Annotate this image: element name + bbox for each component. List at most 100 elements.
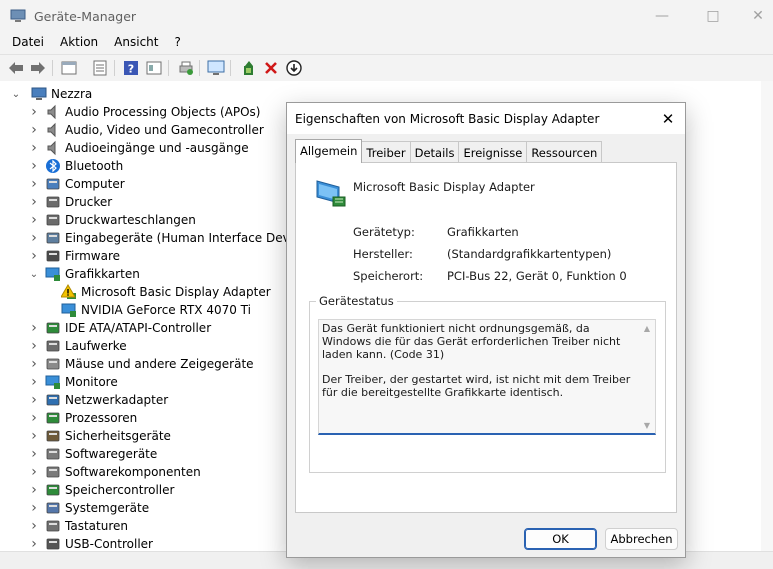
scan-hardware-button[interactable] xyxy=(207,59,225,77)
properties-view-button[interactable] xyxy=(91,59,109,77)
tree-category-item[interactable]: › Systemgeräte xyxy=(29,499,149,517)
tree-item-label: Audio, Video und Gamecontroller xyxy=(65,123,264,137)
tree-category-item[interactable]: › Monitore xyxy=(29,373,118,391)
tree-category-item[interactable]: › Drucker xyxy=(29,193,112,211)
chevron-right-icon[interactable]: › xyxy=(29,481,39,499)
tree-child-item[interactable]: NVIDIA GeForce RTX 4070 Ti xyxy=(49,301,251,319)
chevron-right-icon[interactable]: › xyxy=(29,355,39,373)
tree-category-item[interactable]: › Bluetooth xyxy=(29,157,123,175)
cpu-icon xyxy=(45,410,61,426)
main-scrollbar[interactable] xyxy=(761,81,773,551)
tree-item-label: Sicherheitsgeräte xyxy=(65,429,171,443)
tab-ressourcen[interactable]: Ressourcen xyxy=(526,141,603,163)
monitor-scan-icon xyxy=(207,60,225,75)
chevron-right-icon[interactable]: › xyxy=(29,337,39,355)
scroll-down-icon[interactable]: ▼ xyxy=(642,420,652,430)
status-paragraph-2: Der Treiber, der gestartet wird, ist nic… xyxy=(322,373,631,399)
tab-treiber[interactable]: Treiber xyxy=(361,141,411,163)
chevron-right-icon[interactable]: › xyxy=(29,229,39,247)
software-icon xyxy=(45,464,61,480)
ok-button[interactable]: OK xyxy=(524,528,597,550)
network-icon xyxy=(45,392,61,408)
chevron-right-icon[interactable]: › xyxy=(29,139,39,157)
update-driver-button[interactable] xyxy=(240,59,258,77)
tree-category-item[interactable]: › Firmware xyxy=(29,247,120,265)
cancel-button[interactable]: Abbrechen xyxy=(605,528,678,550)
menu-ansicht[interactable]: Ansicht xyxy=(106,32,166,54)
bluetooth-icon xyxy=(45,158,61,174)
tree-item-label: IDE ATA/ATAPI-Controller xyxy=(65,321,212,335)
chevron-right-icon[interactable]: › xyxy=(29,157,39,175)
tree-item-label: Prozessoren xyxy=(65,411,138,425)
chevron-right-icon[interactable]: › xyxy=(29,445,39,463)
dialog-close-button[interactable]: ✕ xyxy=(651,103,685,134)
tree-item-label: Audioeingänge und -ausgänge xyxy=(65,141,249,155)
dialog-title: Eigenschaften von Microsoft Basic Displa… xyxy=(295,112,600,126)
tree-category-item[interactable]: › Speichercontroller xyxy=(29,481,174,499)
chevron-right-icon[interactable]: › xyxy=(29,211,39,229)
chevron-right-icon[interactable]: › xyxy=(29,409,39,427)
device-status-textbox[interactable]: Das Gerät funktioniert nicht ordnungsgem… xyxy=(318,319,656,435)
tree-category-item[interactable]: › Softwarekomponenten xyxy=(29,463,201,481)
chevron-right-icon[interactable]: › xyxy=(29,103,39,121)
help-button[interactable]: ? xyxy=(122,59,140,77)
chevron-right-icon[interactable]: › xyxy=(29,499,39,517)
forward-button[interactable] xyxy=(29,59,47,77)
chevron-right-icon[interactable]: › xyxy=(29,463,39,481)
tree-category-item[interactable]: › Prozessoren xyxy=(29,409,137,427)
tree-child-item[interactable]: Microsoft Basic Display Adapter xyxy=(49,283,271,301)
tree-category-item[interactable]: › Laufwerke xyxy=(29,337,127,355)
view-button[interactable] xyxy=(60,59,78,77)
tree-category-item[interactable]: › Audioeingänge und -ausgänge xyxy=(29,139,249,157)
tree-category-item[interactable]: › Audio Processing Objects (APOs) xyxy=(29,103,260,121)
chevron-right-icon[interactable]: › xyxy=(29,373,39,391)
chevron-right-icon[interactable]: › xyxy=(29,517,39,535)
tab-allgemein[interactable]: Allgemein xyxy=(295,139,363,163)
device-status-text: Das Gerät funktioniert nicht ordnungsgem… xyxy=(322,322,632,411)
tree-category-item[interactable]: › Eingabegeräte (Human Interface Devices) xyxy=(29,229,318,247)
speaker-icon xyxy=(45,140,61,156)
tree-category-item[interactable]: › Sicherheitsgeräte xyxy=(29,427,171,445)
tab-ereignisse[interactable]: Ereignisse xyxy=(458,141,528,163)
tree-item-label: Tastaturen xyxy=(65,519,128,533)
tree-category-item[interactable]: › Softwaregeräte xyxy=(29,445,157,463)
maximize-button[interactable]: □ xyxy=(690,0,736,32)
tree-item-label: Netzwerkadapter xyxy=(65,393,169,407)
chevron-right-icon[interactable]: › xyxy=(29,175,39,193)
print-button[interactable] xyxy=(177,59,195,77)
chevron-right-icon[interactable]: › xyxy=(29,319,39,337)
close-window-button[interactable]: ✕ xyxy=(735,0,773,32)
chevron-right-icon[interactable]: › xyxy=(29,391,39,409)
mouse-icon xyxy=(45,356,61,372)
tree-root[interactable]: ⌄ Nezzra xyxy=(11,85,92,103)
back-button[interactable] xyxy=(7,59,25,77)
tree-category-item[interactable]: ⌄ Grafikkarten xyxy=(29,265,140,283)
action-view-button[interactable] xyxy=(145,59,163,77)
chevron-right-icon[interactable]: › xyxy=(29,427,39,445)
tree-item-label: Laufwerke xyxy=(65,339,127,353)
tree-category-item[interactable]: › IDE ATA/ATAPI-Controller xyxy=(29,319,211,337)
toolbar: ? xyxy=(0,54,773,82)
tree-item-label: Softwarekomponenten xyxy=(65,465,201,479)
chevron-right-icon[interactable]: › xyxy=(29,247,39,265)
tree-category-item[interactable]: › Audio, Video und Gamecontroller xyxy=(29,121,264,139)
help-icon: ? xyxy=(124,61,138,76)
tree-category-item[interactable]: › Mäuse und andere Zeigegeräte xyxy=(29,355,253,373)
svg-text:?: ? xyxy=(128,63,134,76)
tree-category-item[interactable]: › Tastaturen xyxy=(29,517,128,535)
menu-help[interactable]: ? xyxy=(166,32,188,54)
tab-details[interactable]: Details xyxy=(409,141,460,163)
menu-aktion[interactable]: Aktion xyxy=(52,32,106,54)
scroll-up-icon[interactable]: ▲ xyxy=(642,323,652,333)
tree-category-item[interactable]: › Netzwerkadapter xyxy=(29,391,168,409)
disable-device-button[interactable] xyxy=(285,59,303,77)
chevron-right-icon[interactable]: › xyxy=(29,193,39,211)
menu-datei[interactable]: Datei xyxy=(0,32,52,54)
chevron-down-icon[interactable]: ⌄ xyxy=(11,85,21,103)
tree-category-item[interactable]: › Druckwarteschlangen xyxy=(29,211,196,229)
chevron-right-icon[interactable]: › xyxy=(29,121,39,139)
minimize-button[interactable]: — xyxy=(639,0,685,32)
chevron-down-icon[interactable]: ⌄ xyxy=(29,265,39,283)
uninstall-device-button[interactable] xyxy=(262,59,280,77)
tree-category-item[interactable]: › Computer xyxy=(29,175,124,193)
